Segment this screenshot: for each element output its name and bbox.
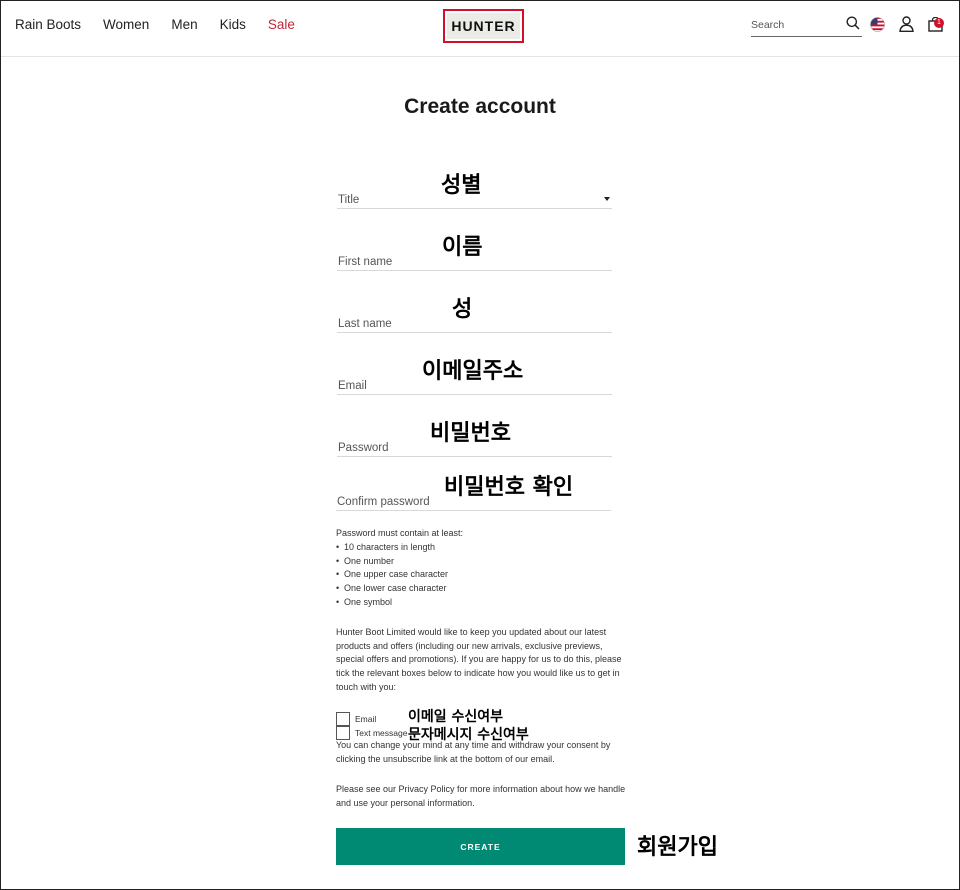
- last-name-annotation: 성: [452, 297, 473, 322]
- main-nav: Rain Boots Women Men Kids Sale: [15, 16, 317, 34]
- chevron-down-icon: [604, 197, 610, 201]
- logo: HUNTER: [447, 13, 520, 39]
- last-name-field[interactable]: Last name 성: [337, 297, 612, 333]
- email-label: Email: [338, 380, 367, 392]
- logo-link[interactable]: HUNTER: [443, 9, 524, 43]
- password-annotation: 비밀번호: [430, 421, 511, 446]
- page-title: Create account: [404, 95, 556, 118]
- site-header: Rain Boots Women Men Kids Sale HUNTER: [1, 1, 959, 57]
- password-rule: One upper case character: [336, 568, 448, 582]
- bag-count-badge: 1: [934, 18, 944, 28]
- account-icon[interactable]: [899, 16, 914, 32]
- create-annotation: 회원가입: [637, 835, 718, 860]
- first-name-label: First name: [338, 256, 393, 268]
- text-consent-row: Text message: [336, 726, 407, 740]
- search-icon[interactable]: [846, 16, 860, 30]
- title-label: Title: [338, 194, 360, 206]
- nav-women[interactable]: Women: [103, 16, 149, 34]
- last-name-label: Last name: [338, 318, 392, 330]
- privacy-text: Please see our Privacy Policy for more i…: [336, 784, 626, 808]
- search-box: [751, 15, 862, 37]
- email-annotation: 이메일주소: [422, 359, 524, 384]
- confirm-password-label: Confirm password: [337, 496, 430, 508]
- email-field[interactable]: Email 이메일주소: [337, 359, 612, 395]
- email-consent-row: Email: [336, 712, 376, 726]
- confirm-password-field[interactable]: Confirm password 비밀번호 확인: [336, 475, 611, 511]
- text-consent-checkbox[interactable]: [336, 726, 350, 740]
- text-consent-label: Text message: [355, 728, 408, 738]
- nav-sale[interactable]: Sale: [268, 16, 295, 34]
- us-flag-icon[interactable]: [870, 17, 885, 32]
- marketing-text: Hunter Boot Limited would like to keep y…: [336, 627, 622, 692]
- title-annotation: 성별: [441, 173, 482, 198]
- password-label: Password: [338, 442, 389, 454]
- email-consent-checkbox[interactable]: [336, 712, 350, 726]
- email-consent-annotation: 이메일 수신여부: [408, 709, 504, 725]
- password-field[interactable]: Password 비밀번호: [337, 421, 612, 457]
- password-rule: One number: [336, 555, 448, 569]
- confirm-password-annotation: 비밀번호 확인: [444, 475, 574, 500]
- password-rule: 10 characters in length: [336, 541, 448, 555]
- email-consent-label: Email: [355, 714, 377, 724]
- title-select[interactable]: Title 성별: [337, 173, 612, 209]
- password-rule: One lower case character: [336, 582, 448, 596]
- search-input[interactable]: [751, 16, 839, 34]
- nav-kids[interactable]: Kids: [220, 16, 246, 34]
- create-button[interactable]: CREATE: [336, 828, 625, 865]
- first-name-annotation: 이름: [442, 235, 483, 260]
- first-name-field[interactable]: First name 이름: [337, 235, 612, 271]
- password-rule: One symbol: [336, 596, 448, 610]
- password-rules-intro: Password must contain at least:: [336, 528, 464, 538]
- nav-rain-boots[interactable]: Rain Boots: [15, 16, 81, 34]
- password-rules-list: 10 characters in length One number One u…: [336, 541, 448, 610]
- consent-text: You can change your mind at any time and…: [336, 740, 611, 764]
- nav-men[interactable]: Men: [171, 16, 197, 34]
